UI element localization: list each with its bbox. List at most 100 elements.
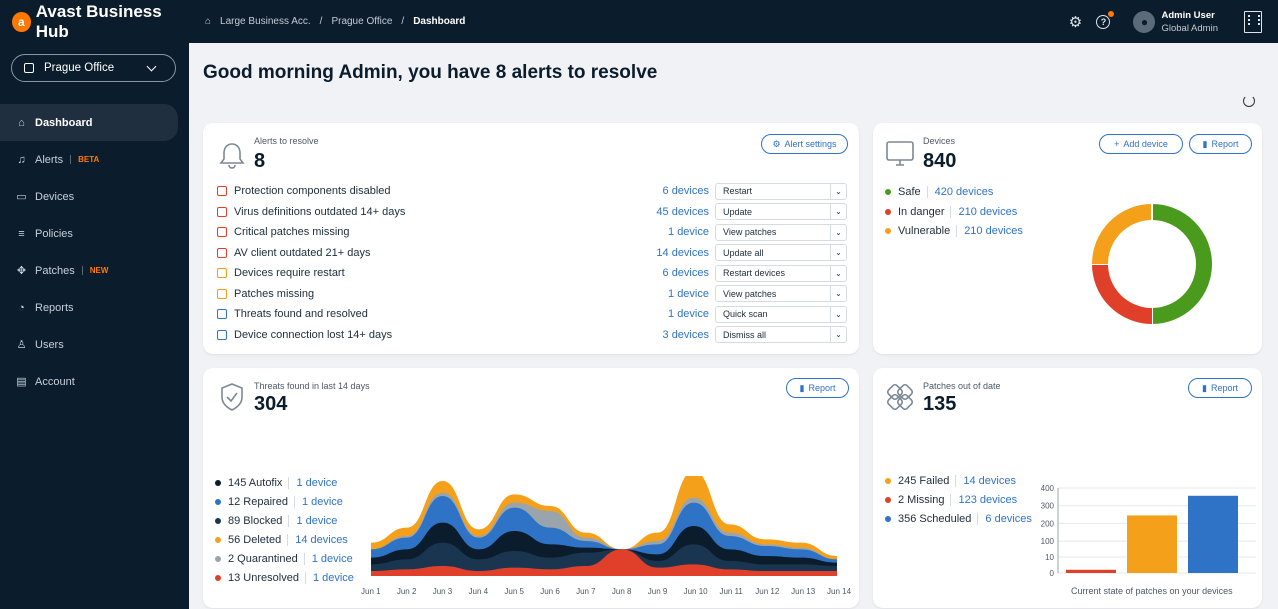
threats-card: Threats found in last 14 days 304 ▮ Repo…: [203, 368, 859, 608]
alert-device-count-link[interactable]: 6 devices: [663, 185, 709, 197]
monitor-icon: ▭: [16, 191, 27, 203]
sidebar-item-label: Account: [35, 375, 75, 388]
alert-device-count-link[interactable]: 1 device: [668, 288, 709, 300]
patches-report-button[interactable]: ▮ Report: [1188, 378, 1252, 398]
alert-device-count-link[interactable]: 45 devices: [656, 206, 709, 218]
chevron-down-icon: ⌄: [830, 306, 846, 322]
sidebar-item-reports[interactable]: ◔ Reports: [0, 289, 189, 326]
x-tick-label: Jun 1: [361, 587, 381, 596]
refresh-icon[interactable]: [1243, 95, 1255, 107]
home-icon[interactable]: ⌂: [205, 16, 211, 27]
legend-item: Vulnerable 210 devices: [885, 225, 1023, 237]
alert-action-select[interactable]: View patches ⌄: [715, 223, 847, 241]
sidebar-item-users[interactable]: ♙ Users: [0, 326, 189, 363]
patches-title: Patches out of date: [923, 381, 1001, 391]
legend-bullet: [885, 189, 891, 195]
sidebar-item-account[interactable]: ▤ Account: [0, 363, 189, 400]
bar-missing: [1066, 569, 1116, 573]
legend-item: 89 Blocked 1 device: [215, 515, 337, 527]
alert-action-select[interactable]: Update ⌄: [715, 203, 847, 220]
user-name: Admin User: [1161, 9, 1215, 21]
bell-icon: [219, 143, 245, 169]
building-switch-icon[interactable]: [1244, 10, 1262, 33]
legend-label: 56 Deleted: [228, 534, 282, 546]
alert-action-select[interactable]: Restart ⌄: [715, 182, 847, 200]
alert-action-select[interactable]: View patches ⌄: [715, 285, 847, 302]
office-icon: [24, 63, 34, 73]
alert-action-select[interactable]: Update all ⌄: [715, 244, 847, 261]
breadcrumb-item-office[interactable]: Prague Office: [331, 16, 392, 27]
legend-item: 2 Missing 123 devices: [885, 494, 1017, 506]
legend-count-link[interactable]: 14 devices: [287, 534, 348, 546]
avatar: ●: [1133, 10, 1156, 33]
alert-severity-icon: [217, 206, 227, 217]
x-tick-label: Jun 4: [468, 587, 489, 596]
legend-label: Safe: [898, 186, 921, 198]
gear-icon: ⚙: [772, 138, 781, 149]
legend-item: 56 Deleted 14 devices: [215, 534, 348, 546]
breadcrumb-item-account[interactable]: Large Business Acc.: [220, 16, 311, 27]
legend-count-link[interactable]: 420 devices: [926, 186, 993, 198]
breadcrumb-separator: /: [401, 16, 405, 27]
legend-count-link[interactable]: 1 device: [304, 572, 354, 584]
legend-bullet: [885, 478, 891, 484]
alert-severity-icon: [217, 247, 227, 258]
legend-count-link[interactable]: 6 devices: [977, 513, 1032, 525]
chevron-down-icon: ⌄: [830, 286, 846, 301]
location-label: Prague Office: [44, 62, 115, 74]
alert-severity-icon: [217, 227, 227, 237]
y-tick-label: 300: [1041, 502, 1055, 511]
alert-action-select[interactable]: Dismiss all ⌄: [715, 326, 847, 343]
alert-device-count-link[interactable]: 1 device: [668, 308, 709, 320]
x-tick-label: Jun 11: [719, 587, 743, 596]
sidebar-item-patches[interactable]: ✥ Patches NEW: [0, 252, 189, 289]
help-icon[interactable]: ?: [1095, 10, 1115, 30]
legend-count-link[interactable]: 210 devices: [956, 225, 1023, 237]
alert-device-count-link[interactable]: 6 devices: [663, 267, 709, 279]
alert-device-count-link[interactable]: 3 devices: [663, 329, 709, 341]
alert-settings-label: Alert settings: [784, 139, 837, 149]
legend-count-link[interactable]: 1 device: [288, 477, 337, 489]
report-label: Report: [1211, 139, 1239, 149]
user-menu[interactable]: ● Admin User Global Admin: [1133, 10, 1218, 34]
avast-logo-icon: a: [12, 11, 31, 32]
sidebar-item-dashboard[interactable]: ⌂ Dashboard: [0, 104, 178, 141]
legend-bullet: [885, 497, 891, 503]
sidebar-item-alerts[interactable]: ♫ Alerts BETA: [0, 141, 189, 178]
legend-count-link[interactable]: 123 devices: [950, 494, 1017, 506]
sidebar-item-devices[interactable]: ▭ Devices: [0, 178, 189, 215]
alert-action-select[interactable]: Quick scan ⌄: [715, 305, 847, 323]
devices-title: Devices: [923, 136, 956, 146]
legend-count-link[interactable]: 1 device: [303, 553, 353, 565]
alert-row: AV client outdated 21+ days 14 devices Upd…: [217, 243, 849, 263]
legend-bullet: [885, 228, 891, 234]
sidebar-item-policies[interactable]: ≡ Policies: [0, 215, 189, 252]
alert-device-count-link[interactable]: 1 device: [668, 226, 709, 238]
alert-device-count-link[interactable]: 14 devices: [656, 247, 709, 259]
location-selector[interactable]: Prague Office: [11, 54, 176, 82]
report-label: Report: [1210, 383, 1238, 393]
legend-count-link[interactable]: 14 devices: [955, 475, 1016, 487]
add-device-button[interactable]: + Add device: [1099, 134, 1183, 154]
devices-report-button[interactable]: ▮ Report: [1189, 134, 1252, 154]
donut-slice-safe: [1151, 204, 1212, 324]
gear-icon[interactable]: ⚙: [1067, 14, 1083, 31]
patches-icon: [886, 383, 914, 411]
alert-action-value: Update all: [723, 247, 764, 258]
bar-scheduled: [1188, 495, 1238, 573]
breadcrumb: ⌂ Large Business Acc. / Prague Office / …: [189, 16, 465, 27]
alert-settings-button[interactable]: ⚙ Alert settings: [761, 134, 848, 154]
alert-action-select[interactable]: Restart devices ⌄: [715, 264, 847, 282]
y-tick-label: 400: [1041, 484, 1055, 493]
brand[interactable]: a Avast Business Hub: [0, 2, 189, 42]
legend-count-link[interactable]: 210 devices: [950, 205, 1017, 218]
chevron-down-icon: ⌄: [830, 224, 846, 240]
x-tick-label: Jun 6: [540, 587, 560, 596]
legend-count-link[interactable]: 1 device: [293, 496, 343, 508]
threats-report-button[interactable]: ▮ Report: [786, 378, 849, 398]
legend-count-link[interactable]: 1 device: [288, 515, 337, 527]
policies-icon: ≡: [18, 227, 25, 240]
chevron-down-icon: ⌄: [830, 327, 846, 342]
bar-chart-icon: ▮: [799, 382, 805, 393]
legend-item: 2 Quarantined 1 device: [215, 553, 353, 565]
